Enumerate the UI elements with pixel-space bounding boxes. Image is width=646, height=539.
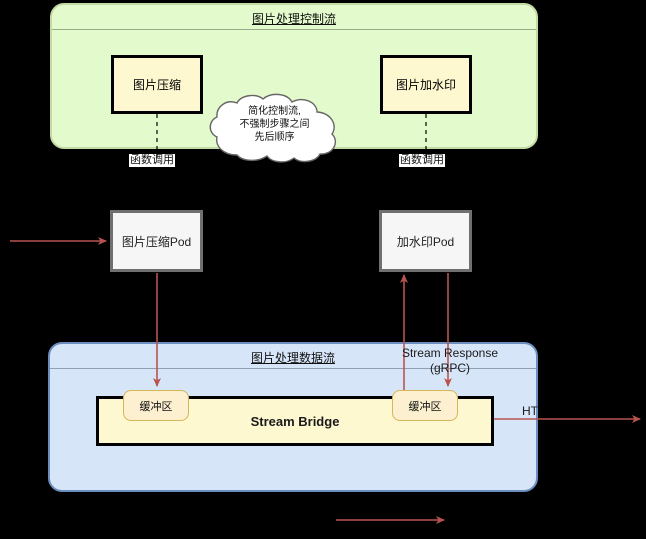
cloud-note-line3: 先后顺序 bbox=[254, 132, 295, 143]
label-stream-response-line1: Stream Response bbox=[401, 346, 499, 360]
pod-image-compress[interactable]: 图片压缩Pod bbox=[110, 210, 203, 272]
cloud-note: 简化控制流, 不强制步骤之间 先后顺序 bbox=[203, 93, 346, 163]
cloud-note-text: 简化控制流, 不强制步骤之间 先后顺序 bbox=[203, 105, 346, 144]
label-stream-response-line2: (gRPC) bbox=[429, 361, 470, 375]
box-image-watermark[interactable]: 图片加水印 bbox=[380, 55, 472, 114]
cloud-note-line1: 简化控制流, bbox=[248, 106, 301, 117]
box-image-compress[interactable]: 图片压缩 bbox=[111, 55, 203, 114]
label-stream-response: Stream Response (gRPC) bbox=[396, 346, 504, 376]
label-http: HT bbox=[522, 404, 538, 418]
edge-label-function-call-right: 函数调用 bbox=[399, 154, 445, 167]
control-flow-group-title: 图片处理控制流 bbox=[251, 12, 336, 26]
buffer-right[interactable]: 缓冲区 bbox=[392, 390, 458, 421]
buffer-left[interactable]: 缓冲区 bbox=[123, 390, 189, 421]
cloud-note-line2: 不强制步骤之间 bbox=[239, 119, 310, 130]
pod-watermark[interactable]: 加水印Pod bbox=[379, 210, 472, 272]
diagram-canvas: 图片处理控制流 图片压缩 图片加水印 函数调用 函数调用 图片压缩Pod 加水印… bbox=[0, 0, 646, 539]
control-flow-group-divider bbox=[52, 29, 536, 30]
edge-label-function-call-left: 函数调用 bbox=[129, 154, 175, 167]
